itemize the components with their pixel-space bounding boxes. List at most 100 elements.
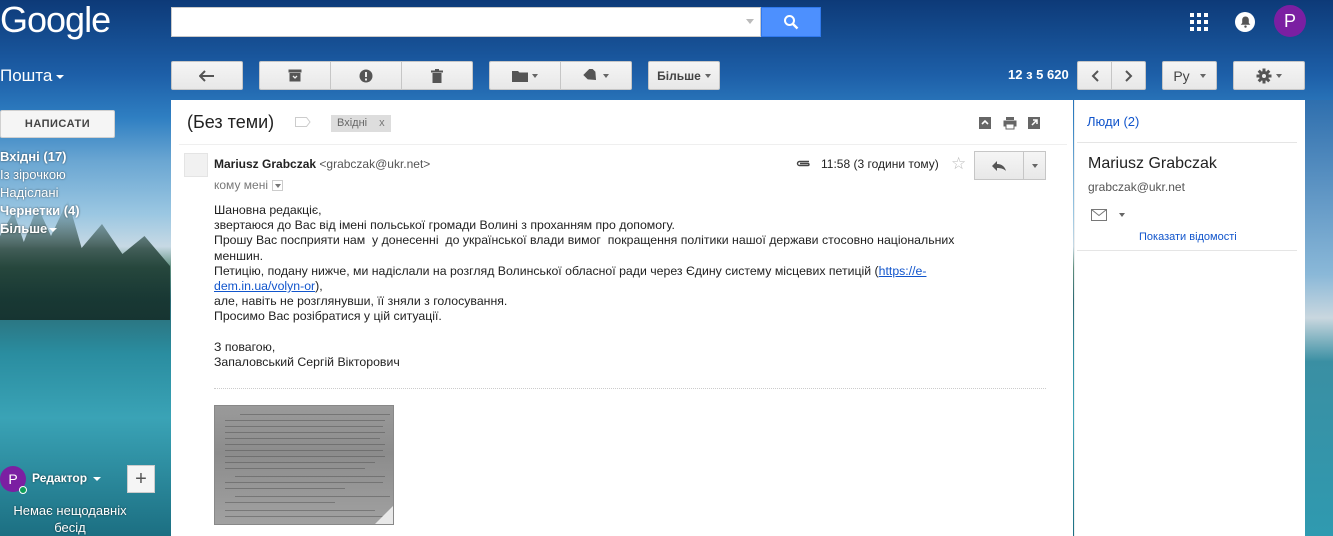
chevron-down-icon xyxy=(603,73,609,78)
trash-icon xyxy=(431,68,443,83)
search-button[interactable] xyxy=(761,7,821,37)
email-icon[interactable] xyxy=(1091,209,1107,221)
body-line: Петицію, подану нижче, ми надіслали на р… xyxy=(214,264,994,279)
people-panel: Люди (2) Mariusz Grabczak grabczak@ukr.n… xyxy=(1074,100,1305,536)
inbox-label-chip: Вхідні x xyxy=(331,115,391,132)
message-body: Шановна редакціє, звертаюся до Вас від і… xyxy=(214,203,994,370)
recipients-label: кому мені xyxy=(214,178,268,192)
divider xyxy=(1077,250,1297,251)
settings-button[interactable] xyxy=(1233,61,1305,90)
sidebar-item-drafts[interactable]: Чернетки (4) xyxy=(0,202,170,220)
sender-name: Mariusz Grabczak xyxy=(214,157,317,171)
attachment-thumbnail[interactable] xyxy=(214,405,394,525)
hangouts-panel: P Редактор + Немає нещодавніх бесід xyxy=(0,462,170,536)
search-options-caret-icon[interactable] xyxy=(746,19,754,24)
older-button[interactable] xyxy=(1111,61,1146,90)
background-scenery-right xyxy=(1305,100,1333,536)
hangouts-user-label: Редактор xyxy=(32,471,88,485)
body-line: звертаюся до Вас від імені польської гро… xyxy=(214,218,675,233)
message-panel: (Без теми) Вхідні x Mariusz Grabczak <gra… xyxy=(171,100,1073,536)
more-reply-options-button[interactable] xyxy=(1023,151,1046,180)
mail-app-label: Пошта xyxy=(0,66,53,85)
body-text: Петицію, подану нижче, ми надіслали на р… xyxy=(214,263,879,278)
chevron-down-icon xyxy=(1199,73,1206,78)
search-icon xyxy=(784,15,799,30)
compose-button[interactable]: НАПИСАТИ xyxy=(0,110,115,138)
sidebar-item-starred[interactable]: Із зірочкою xyxy=(0,166,170,184)
newer-button[interactable] xyxy=(1077,61,1112,90)
hangouts-user-name[interactable]: Редактор xyxy=(32,471,102,485)
chevron-down-icon xyxy=(93,476,102,481)
delete-button[interactable] xyxy=(401,61,473,90)
sidebar-item-more-label: Більше xyxy=(0,221,48,236)
spam-icon xyxy=(359,69,373,82)
reply-button[interactable] xyxy=(974,151,1024,180)
body-text: ), xyxy=(315,279,323,294)
chevron-down-icon xyxy=(49,227,58,232)
account-avatar[interactable]: P xyxy=(1274,5,1306,37)
sidebar-item-inbox[interactable]: Вхідні (17) xyxy=(0,148,170,166)
archive-button[interactable] xyxy=(259,61,331,90)
back-to-inbox-button[interactable] xyxy=(171,61,243,90)
label-tag-icon xyxy=(583,68,597,80)
chevron-down-icon xyxy=(704,73,711,78)
labels-button[interactable] xyxy=(560,61,632,90)
new-conversation-button[interactable]: + xyxy=(127,465,155,493)
new-window-icon[interactable] xyxy=(1027,116,1041,130)
move-to-button[interactable] xyxy=(489,61,561,90)
pager-count: 12 з 5 620 xyxy=(1008,67,1069,82)
input-language-button[interactable]: Ру xyxy=(1162,61,1217,90)
body-line: меншин. xyxy=(214,248,264,263)
petition-link-continued[interactable]: dem.in.ua/volyn-or xyxy=(214,279,315,293)
notifications-bell-icon[interactable] xyxy=(1235,12,1255,32)
report-spam-button[interactable] xyxy=(330,61,402,90)
archive-icon xyxy=(288,69,302,82)
input-language-label: Ру xyxy=(1173,67,1190,84)
sidebar-nav: Вхідні (17) Із зірочкою Надіслані Чернет… xyxy=(0,148,170,238)
reply-icon xyxy=(992,160,1006,171)
show-details-link[interactable]: Показати відомості xyxy=(1139,231,1237,243)
no-recent-chats-text: Немає нещодавніх бесід xyxy=(13,503,127,535)
search-input[interactable] xyxy=(171,7,761,37)
google-logo[interactable]: Google xyxy=(0,0,111,40)
sidebar-item-sent[interactable]: Надіслані xyxy=(0,184,170,202)
chevron-down-icon xyxy=(532,73,538,78)
show-details-caret-icon[interactable] xyxy=(272,180,283,192)
expand-all-icon[interactable] xyxy=(978,116,992,130)
sender[interactable]: Mariusz Grabczak <grabczak@ukr.net> xyxy=(214,157,430,171)
body-line: Просимо Вас розібратися у цій ситуації. xyxy=(214,309,442,324)
body-line: Прошу Вас посприяти нам у донесенні до у… xyxy=(214,233,955,248)
body-line: але, навіть не розглянувши, її зняли з г… xyxy=(214,294,508,309)
apps-grid-icon[interactable] xyxy=(1190,13,1208,31)
folder-icon xyxy=(512,70,528,82)
chevron-down-icon xyxy=(1031,163,1038,168)
attachment-clip-icon xyxy=(796,160,810,167)
sender-email: <grabczak@ukr.net> xyxy=(319,157,431,171)
message-time: 11:58 (3 години тому) xyxy=(821,157,939,171)
chevron-down-icon[interactable] xyxy=(1119,213,1125,217)
petition-link[interactable]: https://e- xyxy=(879,264,927,278)
star-icon[interactable]: ☆ xyxy=(951,155,966,172)
contact-email: grabczak@ukr.net xyxy=(1088,180,1185,194)
chevron-down-icon xyxy=(56,74,65,79)
people-count-link[interactable]: Люди (2) xyxy=(1087,114,1139,129)
recipients[interactable]: кому мені xyxy=(214,178,283,192)
important-marker-icon[interactable] xyxy=(295,117,311,127)
remove-label-button[interactable]: x xyxy=(379,117,385,129)
body-line: Шановна редакціє, xyxy=(214,203,322,217)
sender-avatar[interactable] xyxy=(184,153,208,177)
mail-app-switcher[interactable]: Пошта xyxy=(0,66,65,86)
body-line: Запаловський Сергій Вікторович xyxy=(214,354,400,369)
inbox-label-text: Вхідні xyxy=(337,117,368,129)
sidebar-item-more[interactable]: Більше xyxy=(0,220,170,238)
contact-name: Mariusz Grabczak xyxy=(1088,155,1217,172)
print-icon[interactable] xyxy=(1003,116,1017,130)
page-fold-icon xyxy=(375,506,393,524)
more-actions-label: Більше xyxy=(657,68,701,83)
more-actions-button[interactable]: Більше xyxy=(648,61,720,90)
online-status-icon xyxy=(19,486,27,494)
back-arrow-icon xyxy=(199,69,214,82)
body-line: З повагою, xyxy=(214,339,276,354)
gear-icon xyxy=(1256,68,1272,83)
body-line: dem.in.ua/volyn-or), xyxy=(214,279,994,294)
